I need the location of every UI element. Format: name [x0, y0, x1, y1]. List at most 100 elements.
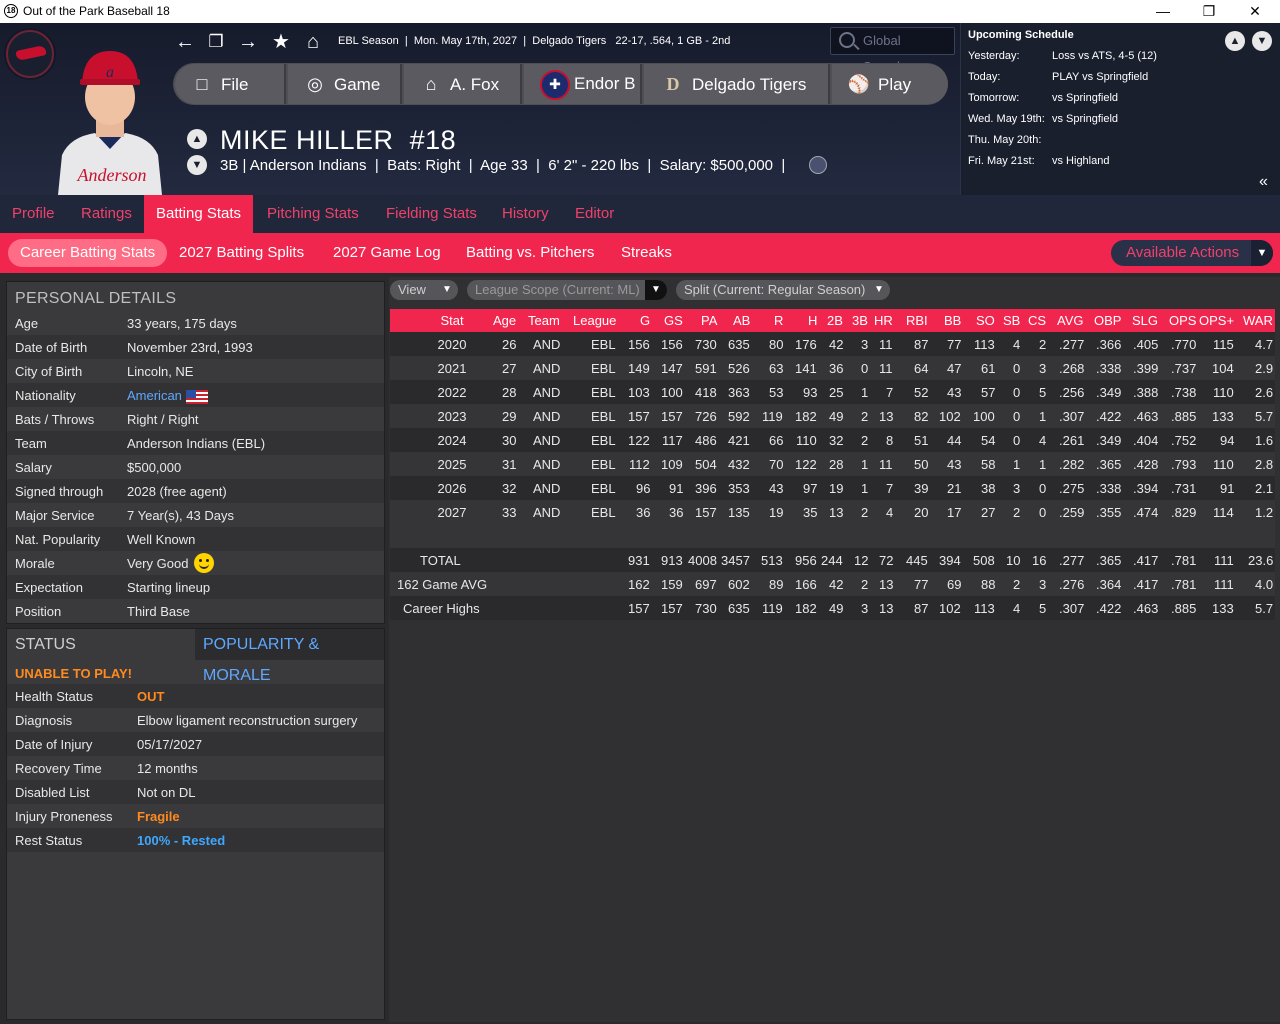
table-cell: 635 [728, 337, 750, 352]
tab-status[interactable]: STATUS [7, 629, 195, 660]
column-header[interactable]: RBI [906, 313, 928, 328]
manager-button[interactable]: ⌂ A. Fox [404, 64, 522, 104]
table-cell: 396 [695, 481, 717, 496]
table-cell: .417 [1133, 577, 1159, 592]
chevron-down-icon: ▼ [645, 280, 667, 300]
back-icon[interactable]: ← [173, 30, 197, 54]
subtab-2027-game-log[interactable]: 2027 Game Log [321, 239, 453, 267]
column-header[interactable]: AB [733, 313, 750, 328]
us-flag-icon [185, 389, 208, 404]
collapse-icon[interactable]: « [1259, 173, 1268, 191]
table-row[interactable]: 2024 30 AND EBL 122 117 486 421 66 110 32 2 8 51 44 54 0… [390, 428, 1275, 452]
status-panel: STATUS POPULARITY & MORALE UNABLE TO PLA… [6, 628, 385, 1020]
subtab-batting-vs-pitchers[interactable]: Batting vs. Pitchers [454, 239, 606, 267]
column-header[interactable]: SO [976, 313, 995, 328]
subtab-career-batting-stats[interactable]: Career Batting Stats [8, 239, 168, 267]
table-cell: 1 [861, 457, 869, 472]
column-header[interactable]: G [640, 313, 650, 328]
column-header[interactable]: AVG [1057, 313, 1084, 328]
available-actions-button[interactable]: Available Actions ▼ [1111, 240, 1273, 266]
table-row[interactable]: 2020 26 AND EBL 156 156 730 635 80 176 42 3 11 87 77 11… [390, 332, 1275, 356]
app-icon: 18 [4, 4, 18, 18]
subtab-2027-batting-splits[interactable]: 2027 Batting Splits [167, 239, 316, 267]
column-header[interactable]: HR [874, 313, 893, 328]
team-button[interactable]: D Delgado Tigers [644, 64, 830, 104]
schedule-down-button[interactable]: ▼ [1252, 31, 1272, 51]
column-header[interactable]: Age [493, 313, 516, 328]
tab-batting-stats[interactable]: Batting Stats [144, 195, 254, 233]
minimize-button[interactable]: — [1143, 2, 1183, 20]
column-header[interactable]: Team [528, 313, 560, 328]
column-header[interactable]: CS [1028, 313, 1046, 328]
column-header[interactable]: BB [944, 313, 961, 328]
table-cell: 2.8 [1255, 457, 1274, 472]
column-header[interactable]: GS [664, 313, 683, 328]
column-header[interactable]: OPS [1169, 313, 1196, 328]
table-cell: 61 [981, 361, 996, 376]
table-cell: 31 [502, 457, 517, 472]
nationality-link[interactable]: American [127, 388, 182, 403]
maximize-button[interactable]: ❐ [1189, 2, 1229, 20]
table-cell: 730 [695, 337, 717, 352]
schedule-up-button[interactable]: ▲ [1225, 31, 1245, 51]
table-cell: .737 [1171, 361, 1197, 376]
column-header[interactable]: SLG [1132, 313, 1158, 328]
forward-icon[interactable]: → [236, 30, 260, 54]
table-row[interactable]: 2022 28 AND EBL 103 100 418 363 53 93 25 1 7 52 43 57 0 5… [390, 380, 1275, 404]
league-button[interactable]: ✚ Endor B [524, 64, 642, 104]
column-header[interactable]: WAR [1243, 313, 1273, 328]
table-cell: .338 [1096, 481, 1122, 496]
tab-editor[interactable]: Editor [563, 195, 626, 233]
table-row[interactable]: 2026 32 AND EBL 96 91 396 353 43 97 19 1 7 39 21 38 3 0.2… [390, 476, 1275, 500]
table-cell: 110 [1213, 385, 1234, 400]
table-cell: .417 [1133, 553, 1159, 568]
column-header[interactable]: OBP [1094, 313, 1121, 328]
table-cell: 36 [829, 361, 844, 376]
next-player-button[interactable]: ▼ [187, 155, 207, 175]
tab-profile[interactable]: Profile [0, 195, 67, 233]
split-dropdown[interactable]: Split (Current: Regular Season) ▼ [676, 280, 890, 300]
table-cell: .338 [1096, 361, 1122, 376]
table-row[interactable]: 2025 31 AND EBL 112 109 504 432 70 122 28 1 11 50 43 58… [390, 452, 1275, 476]
column-header[interactable]: Stat [441, 313, 464, 328]
column-header[interactable]: OPS+ [1199, 313, 1234, 328]
table-row[interactable]: TOTAL 931 913 4008 3457 513 956 244 12 72 445 394 50… [390, 548, 1275, 572]
table-cell: 32 [829, 433, 844, 448]
table-cell: .261 [1059, 433, 1085, 448]
column-header[interactable]: PA [701, 313, 717, 328]
global-search-input[interactable]: Global Search... [830, 27, 955, 74]
view-dropdown[interactable]: View ▼ [390, 280, 458, 300]
column-header[interactable]: League [573, 313, 616, 328]
file-button[interactable]: □ File [175, 64, 286, 104]
tab-popularity-morale[interactable]: POPULARITY & MORALE [195, 629, 384, 684]
table-row[interactable]: 2021 27 AND EBL 149 147 591 526 63 141 36 0 11 64 47 61… [390, 356, 1275, 380]
close-button[interactable]: ✕ [1235, 2, 1275, 20]
table-row[interactable]: 162 Game AVG 162 159 697 602 89 166 42 2 13 77 69 88… [390, 572, 1275, 596]
play-button[interactable]: ⚾ Play [832, 64, 948, 104]
column-header[interactable]: H [808, 313, 817, 328]
subtab-streaks[interactable]: Streaks [609, 239, 684, 267]
tab-ratings[interactable]: Ratings [69, 195, 144, 233]
table-row[interactable] [390, 524, 1275, 548]
column-header[interactable]: R [774, 313, 783, 328]
home-icon[interactable]: ⌂ [301, 30, 325, 54]
game-button[interactable]: ◎ Game [288, 64, 402, 104]
table-row[interactable]: 2027 33 AND EBL 36 36 157 135 19 35 13 2 4 20 17 27 2 0.2… [390, 500, 1275, 524]
copy-icon[interactable]: ❐ [204, 30, 228, 54]
previous-player-button[interactable]: ▲ [187, 129, 207, 149]
league-scope-dropdown[interactable]: League Scope (Current: ML) ▼ [467, 280, 667, 300]
table-row[interactable]: 2023 29 AND EBL 157 157 726 592 119 182 49 2 13 82 102… [390, 404, 1275, 428]
tab-fielding-stats[interactable]: Fielding Stats [374, 195, 489, 233]
table-cell: 2 [861, 577, 869, 592]
team-link[interactable]: Anderson Indians (EBL) [127, 436, 265, 451]
column-header[interactable]: 2B [827, 313, 843, 328]
table-cell: AND [533, 337, 561, 352]
tab-history[interactable]: History [490, 195, 561, 233]
team-logo-icon[interactable] [6, 30, 54, 78]
table-row[interactable]: Career Highs 157 157 730 635 119 182 49 3 13 87 102… [390, 596, 1275, 620]
star-icon[interactable]: ★ [269, 30, 293, 54]
table-cell: 119 [762, 409, 783, 424]
column-header[interactable]: SB [1003, 313, 1020, 328]
column-header[interactable]: 3B [852, 313, 868, 328]
tab-pitching-stats[interactable]: Pitching Stats [255, 195, 371, 233]
